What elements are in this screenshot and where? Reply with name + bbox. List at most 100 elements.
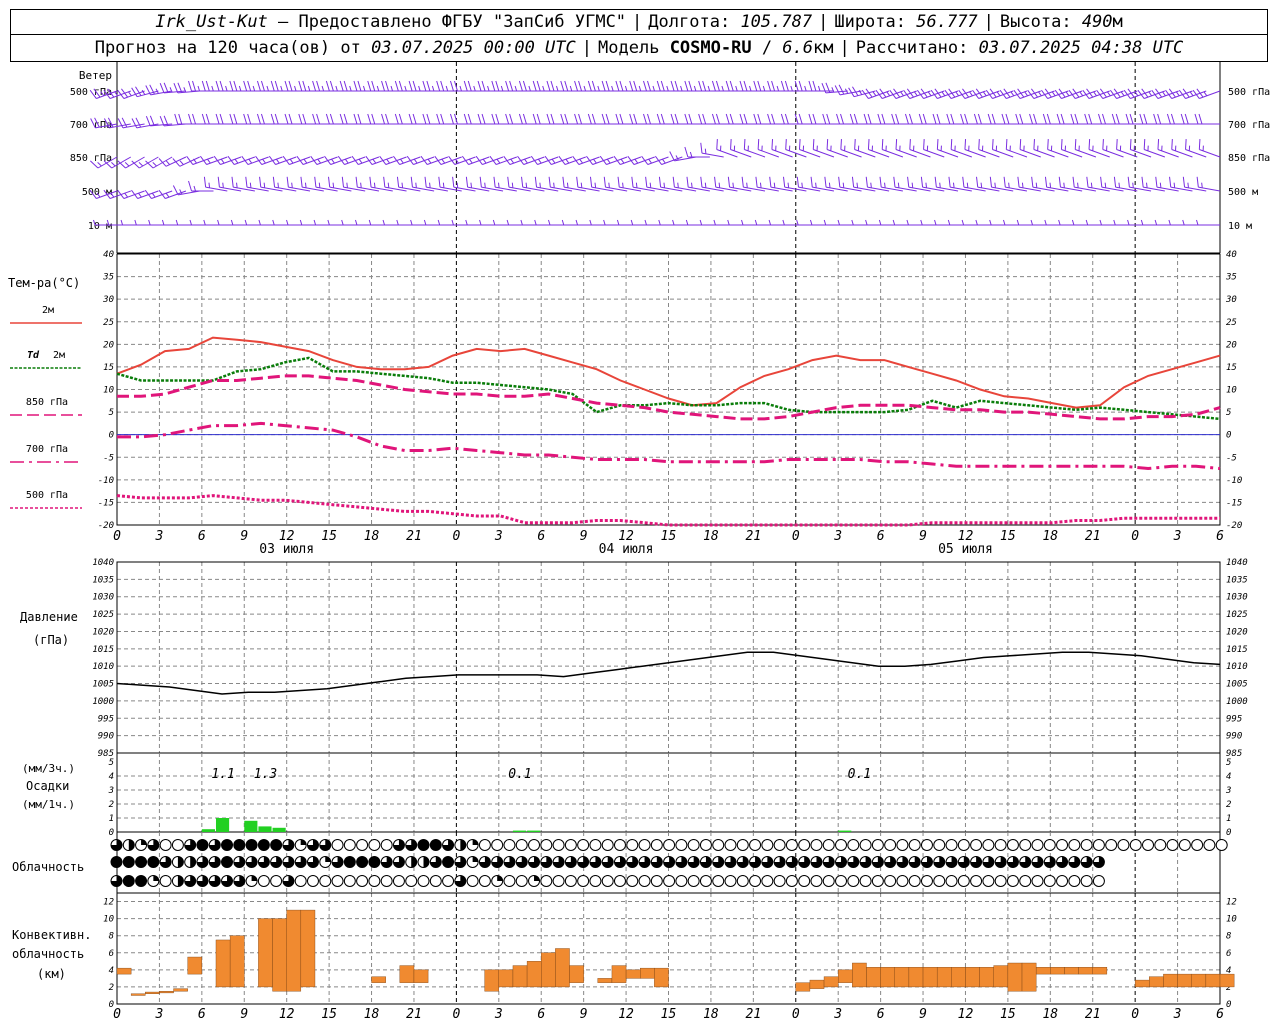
x-tick-label: 3 — [833, 529, 842, 544]
cloud-icon — [306, 875, 319, 887]
wind-barb — [629, 113, 655, 125]
y-tick-label-right: 10 — [1226, 386, 1237, 396]
convective-bar — [1149, 976, 1164, 988]
cloud-icon — [957, 839, 970, 851]
wind-barb — [587, 80, 614, 92]
wind-barb — [658, 176, 683, 192]
y-tick-label: 4 — [109, 966, 114, 976]
wind-barb — [907, 176, 931, 192]
precip-total-label: 0.1 — [508, 767, 531, 782]
x-tick-label: 3 — [155, 1007, 164, 1022]
wind-barb — [1044, 219, 1069, 226]
wind-level-label-right: 500 гПа — [1228, 87, 1270, 98]
convective-bar — [258, 918, 273, 988]
cloud-icon — [1031, 875, 1044, 887]
convective-bar — [1163, 973, 1178, 988]
x-tick-label: 6 — [537, 1007, 545, 1022]
cloud-icon — [847, 839, 860, 851]
cloud-icon — [773, 839, 786, 851]
cloud-icon-fill — [190, 856, 196, 868]
wind-barb — [381, 113, 407, 125]
cloud-icon — [945, 839, 958, 851]
cloud-icon — [1019, 875, 1032, 887]
cloud-axis-label: Облачность — [12, 860, 84, 874]
convective-bar — [272, 918, 287, 992]
x-tick-label: 3 — [494, 529, 503, 544]
wind-barb — [1100, 176, 1124, 192]
wind-barb — [1111, 113, 1138, 125]
cloud-icon — [1178, 839, 1191, 851]
cloud-icon — [601, 875, 614, 887]
wind-barb — [284, 113, 311, 125]
y-tick-label-right: 1010 — [1226, 662, 1248, 672]
wind-barb — [560, 80, 586, 92]
cloud-icon-fill — [153, 875, 159, 881]
wind-barb — [1168, 219, 1193, 226]
y-tick-label-right: 1020 — [1226, 627, 1248, 637]
cloud-icon — [613, 875, 626, 887]
wind-barb — [201, 113, 228, 125]
wind-barb — [796, 219, 821, 226]
wind-barb — [1127, 176, 1152, 192]
cloud-icon — [1019, 839, 1032, 851]
wind-barb — [117, 88, 145, 99]
wind-barb — [725, 113, 752, 125]
y-tick-label: 12 — [103, 898, 114, 908]
wind-barb — [148, 219, 173, 226]
wind-barb — [727, 176, 752, 192]
x-tick-label: 6 — [877, 529, 885, 544]
wind-barb — [548, 176, 573, 192]
wind-barb — [782, 219, 807, 226]
cloud-icon — [589, 839, 602, 851]
wind-barb — [131, 117, 159, 129]
date-label: 04 июля — [599, 542, 654, 557]
wind-barb — [229, 80, 255, 92]
cloud-icon — [552, 839, 565, 851]
cloud-icon — [257, 839, 270, 851]
cloud-icon-fill — [128, 839, 135, 851]
wind-level-label-right: 500 м — [1228, 187, 1258, 198]
cloud-icon — [1092, 875, 1105, 887]
precip-unit-1h: (мм/1ч.) — [22, 798, 75, 811]
convective-bar — [1035, 967, 1051, 975]
wind-barb — [989, 219, 1014, 226]
wind-barb — [630, 219, 655, 226]
convective-bar — [951, 967, 966, 988]
wind-barb — [741, 176, 766, 192]
cloud-icon-fill — [177, 875, 184, 887]
y-tick-label: 990 — [98, 732, 114, 742]
wind-barb — [436, 113, 462, 125]
x-tick-label: 9 — [580, 1007, 588, 1022]
wind-barb — [243, 80, 269, 92]
y-tick-label-right: 0 — [1226, 431, 1231, 441]
y-tick-label: 1000 — [92, 697, 114, 707]
wind-barb — [891, 113, 917, 125]
wind-barb — [948, 176, 972, 192]
wind-barb — [1139, 113, 1165, 125]
cloud-icon — [884, 839, 897, 851]
wind-barb — [217, 176, 242, 192]
cloud-icon — [798, 875, 811, 887]
wind-barb — [396, 176, 421, 192]
wind-barb — [270, 113, 297, 125]
cloud-icon — [822, 839, 835, 851]
x-tick-label: 9 — [919, 529, 927, 544]
wind-barb — [1085, 219, 1110, 226]
wind-barb — [603, 219, 628, 226]
wind-barb — [300, 176, 324, 192]
x-tick-label: 18 — [364, 529, 380, 544]
cloud-icon-fill — [251, 875, 258, 882]
pressure-unit-label: (гПа) — [33, 633, 69, 647]
y-tick-label-right: 3 — [1225, 786, 1231, 796]
wind-barb — [836, 113, 862, 125]
cloud-icon — [1142, 839, 1155, 851]
wind-barb — [849, 113, 876, 125]
cloud-icon — [577, 875, 590, 887]
precip-bar — [512, 830, 527, 832]
wind-barb — [463, 80, 490, 92]
cloud-icon — [270, 839, 283, 851]
cloud-icon — [785, 839, 798, 851]
wind-barb — [188, 80, 214, 92]
wind-barb — [520, 219, 545, 226]
convective-bar — [173, 988, 188, 992]
